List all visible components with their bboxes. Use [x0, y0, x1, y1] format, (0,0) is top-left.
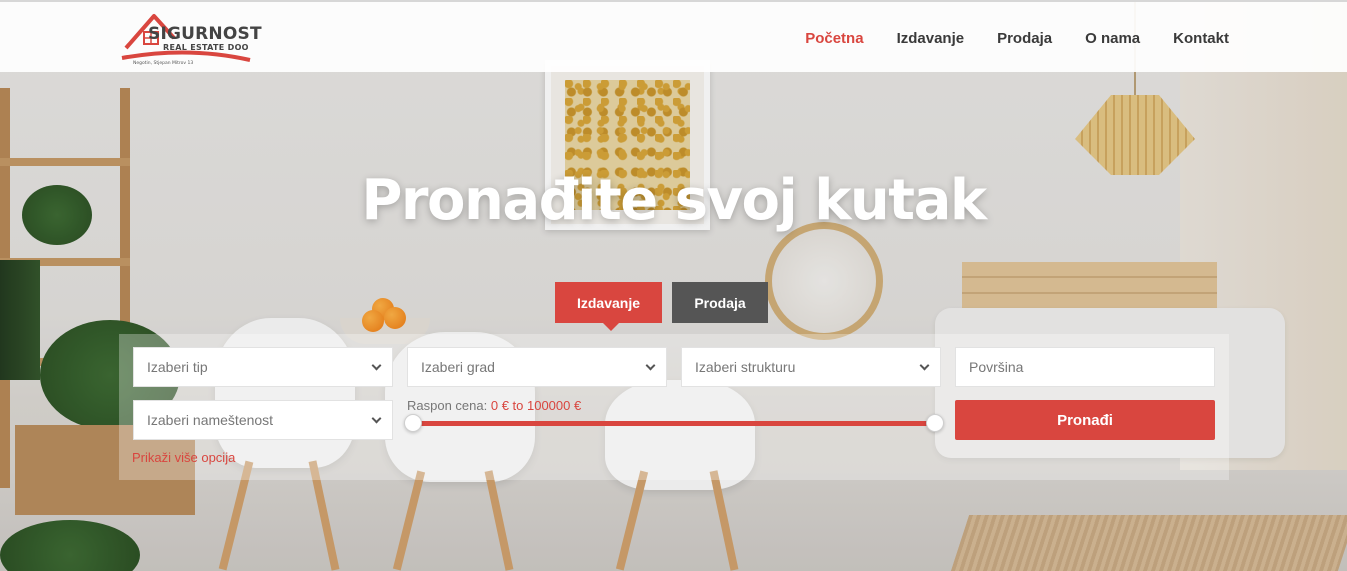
furnishing-select-label: Izaberi nameštenost — [147, 412, 274, 428]
nav-prodaja[interactable]: Prodaja — [997, 30, 1052, 47]
chevron-down-icon — [645, 360, 656, 371]
city-select-label: Izaberi grad — [421, 359, 495, 375]
type-select[interactable]: Izaberi tip — [133, 347, 393, 387]
structure-select[interactable]: Izaberi strukturu — [681, 347, 941, 387]
main-nav: Početna Izdavanje Prodaja O nama Kontakt — [772, 2, 1229, 74]
area-input[interactable]: Površina — [955, 347, 1215, 387]
more-options-link[interactable]: Prikaži više opcija — [132, 450, 235, 465]
tab-izdavanje[interactable]: Izdavanje — [555, 282, 662, 331]
site-header: SIGURNOST REAL ESTATE DOO Negotin, Stjep… — [0, 0, 1347, 72]
hero-title: Pronađite svoj kutak — [361, 168, 987, 233]
chevron-down-icon — [371, 413, 382, 424]
price-range-label: Raspon cena: 0 € to 100000 € — [407, 398, 581, 413]
logo-name: SIGURNOST — [148, 24, 262, 44]
chevron-down-icon — [919, 360, 930, 371]
price-range-value: 0 € to 100000 € — [490, 398, 582, 413]
nav-o-nama[interactable]: O nama — [1085, 30, 1140, 47]
type-select-label: Izaberi tip — [147, 359, 208, 375]
nav-kontakt[interactable]: Kontakt — [1173, 30, 1229, 47]
logo-address: Negotin, Stjepan Mitrov 13 — [133, 61, 194, 66]
price-slider-track[interactable] — [412, 421, 936, 426]
price-slider-max-handle[interactable] — [926, 414, 944, 432]
price-slider-min-handle[interactable] — [404, 414, 422, 432]
city-select[interactable]: Izaberi grad — [407, 347, 667, 387]
price-range-title: Raspon cena: — [407, 398, 488, 413]
logo-subtitle: REAL ESTATE DOO — [163, 43, 249, 52]
logo[interactable]: SIGURNOST REAL ESTATE DOO Negotin, Stjep… — [118, 10, 262, 70]
tab-prodaja[interactable]: Prodaja — [672, 282, 768, 323]
chevron-down-icon — [371, 360, 382, 371]
area-input-placeholder: Površina — [969, 359, 1024, 375]
furnishing-select[interactable]: Izaberi nameštenost — [133, 400, 393, 440]
structure-select-label: Izaberi strukturu — [695, 359, 796, 375]
find-button[interactable]: Pronađi — [955, 400, 1215, 440]
nav-izdavanje[interactable]: Izdavanje — [897, 30, 965, 47]
nav-pocetna[interactable]: Početna — [805, 30, 863, 47]
